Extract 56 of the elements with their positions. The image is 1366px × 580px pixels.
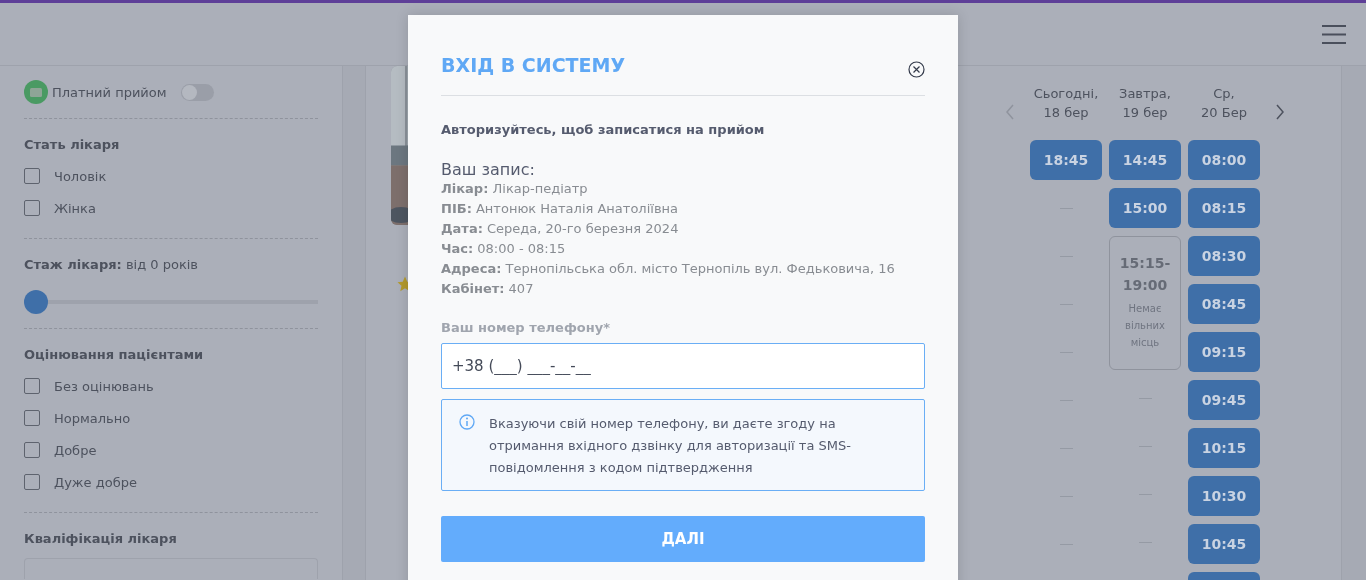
checkbox-label: Добре <box>54 442 97 458</box>
checkbox[interactable] <box>24 378 40 394</box>
time-slot-button[interactable]: 15:00 <box>1109 188 1181 228</box>
filter-heading: Стать лікаря <box>24 137 120 152</box>
time-slot-button[interactable]: 08:30 <box>1188 236 1260 276</box>
day-date: 19 бер <box>1122 104 1168 122</box>
day-label: Ср, <box>1213 85 1235 103</box>
checkbox[interactable] <box>24 168 40 184</box>
day-label: Завтра, <box>1119 85 1171 103</box>
time-slot-button[interactable]: 10:30 <box>1188 476 1260 516</box>
record-detail: Кабінет: 407 <box>441 280 534 298</box>
checkbox-label: Без оцінювань <box>54 378 154 394</box>
slot-range: 15:15-19:00 <box>1118 254 1172 295</box>
record-detail: ПІБ: Антонюк Наталія Анатоліївна <box>441 200 678 218</box>
checkbox-label: Нормально <box>54 410 131 426</box>
time-slot-button[interactable]: 09:15 <box>1188 332 1260 372</box>
checkbox[interactable] <box>24 410 40 426</box>
filter-heading: Стаж лікаря: від 0 років <box>24 257 198 272</box>
checkbox[interactable] <box>24 474 40 490</box>
dialog-subtitle: Авторизуйтесь, щоб записатися на прийом <box>441 122 765 137</box>
record-detail: Час: 08:00 - 08:15 <box>441 240 566 258</box>
record-detail: Адреса: Тернопільська обл. місто Тернопіль вул. Федьковича, 16 <box>441 260 895 278</box>
info-icon <box>459 414 475 430</box>
close-icon[interactable] <box>908 61 925 78</box>
phone-label: Ваш номер телефону* <box>441 320 610 335</box>
record-detail: Дата: Середа, 20-го березня 2024 <box>441 220 679 238</box>
slot-note: Немає вільних місць <box>1124 302 1166 350</box>
filter-heading: Оцінювання пацієнтами <box>24 347 204 362</box>
slider-thumb[interactable] <box>24 290 48 314</box>
record-title: Ваш запис: <box>441 160 535 179</box>
paid-appointment-label: Платний прийом <box>52 84 167 100</box>
time-slot-button[interactable]: 10:45 <box>1188 524 1260 564</box>
time-slot-button[interactable]: 09:45 <box>1188 380 1260 420</box>
time-slot-button[interactable]: 08:45 <box>1188 284 1260 324</box>
phone-input[interactable]: +38 (___) ___-__-__ <box>441 343 925 389</box>
toggle-switch[interactable] <box>180 83 214 101</box>
checkbox-label: Чоловік <box>54 168 107 184</box>
menu-icon[interactable] <box>1322 24 1346 44</box>
time-slot-button[interactable]: 08:15 <box>1188 188 1260 228</box>
checkbox[interactable] <box>24 442 40 458</box>
time-slot-button[interactable]: 18:45 <box>1030 140 1102 180</box>
record-detail: Лікар: Лікар-педіатр <box>441 180 588 198</box>
checkbox-label: Жінка <box>54 200 96 216</box>
notice-text: Вказуючи свій номер телефону, ви даєте згоду на отримання вхідного дзвінку для авторизації та SMS-повідомлення з кодом підтвердження <box>489 415 852 477</box>
checkbox[interactable] <box>24 200 40 216</box>
filter-heading: Кваліфікація лікаря <box>24 531 177 546</box>
wallet-icon <box>24 80 48 104</box>
next-button[interactable]: ДАЛІ <box>441 516 925 562</box>
time-slot-button[interactable]: 10:15 <box>1188 428 1260 468</box>
time-slot-button[interactable]: 14:45 <box>1109 140 1181 180</box>
dialog-title: ВХІД В СИСТЕМУ <box>441 53 626 76</box>
day-label: Сьогодні, <box>1033 85 1099 103</box>
day-date: 20 Бер <box>1201 104 1247 122</box>
day-date: 18 бер <box>1043 104 1089 122</box>
checkbox-label: Дуже добре <box>54 474 137 490</box>
time-slot-button[interactable]: 08:00 <box>1188 140 1260 180</box>
